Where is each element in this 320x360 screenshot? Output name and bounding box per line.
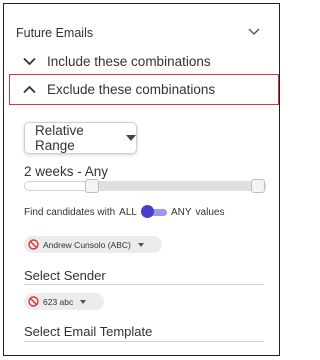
future-emails-panel: Future Emails Include these combinations… bbox=[3, 3, 280, 356]
match-all-label: ALL bbox=[119, 206, 137, 218]
match-mode-row: Find candidates with ALL ANY values bbox=[24, 205, 225, 218]
chevron-down-icon bbox=[23, 57, 36, 66]
chevron-down-icon[interactable] bbox=[248, 28, 260, 36]
match-mode-toggle[interactable] bbox=[140, 205, 167, 218]
caret-down-icon[interactable] bbox=[137, 242, 144, 247]
match-any-label: ANY bbox=[170, 206, 192, 218]
relative-range-label: Relative Range bbox=[35, 123, 84, 153]
ban-icon bbox=[28, 239, 39, 250]
include-combinations-label: Include these combinations bbox=[47, 54, 211, 69]
template-exclusion-chip[interactable]: 623 abc bbox=[24, 293, 104, 310]
chevron-up-icon bbox=[23, 85, 36, 94]
range-slider-high-handle[interactable] bbox=[251, 179, 265, 193]
range-value-label: 2 weeks - Any bbox=[24, 164, 109, 179]
template-chip-label: 623 abc bbox=[43, 296, 74, 307]
select-sender-field[interactable]: Select Sender bbox=[24, 268, 106, 283]
caret-down-icon bbox=[126, 135, 136, 141]
sender-exclusion-chip[interactable]: Andrew Cunsolo (ABC) bbox=[24, 236, 162, 253]
select-email-template-field[interactable]: Select Email Template bbox=[24, 324, 152, 339]
include-combinations-toggle[interactable]: Include these combinations bbox=[23, 54, 211, 69]
match-suffix: values bbox=[195, 206, 225, 218]
range-slider-low-handle[interactable] bbox=[85, 179, 99, 193]
panel-title: Future Emails bbox=[16, 26, 94, 40]
range-slider-selection bbox=[92, 181, 262, 191]
exclude-combinations-label: Exclude these combinations bbox=[47, 82, 216, 97]
caret-down-icon[interactable] bbox=[80, 299, 87, 304]
match-prefix: Find candidates with bbox=[24, 206, 116, 218]
relative-range-dropdown[interactable]: Relative Range bbox=[24, 122, 137, 154]
template-field-underline bbox=[24, 341, 264, 342]
sender-chip-label: Andrew Cunsolo (ABC) bbox=[43, 239, 131, 250]
ban-icon bbox=[28, 296, 39, 307]
exclude-combinations-toggle[interactable]: Exclude these combinations bbox=[23, 82, 215, 97]
sender-field-underline bbox=[24, 284, 264, 285]
